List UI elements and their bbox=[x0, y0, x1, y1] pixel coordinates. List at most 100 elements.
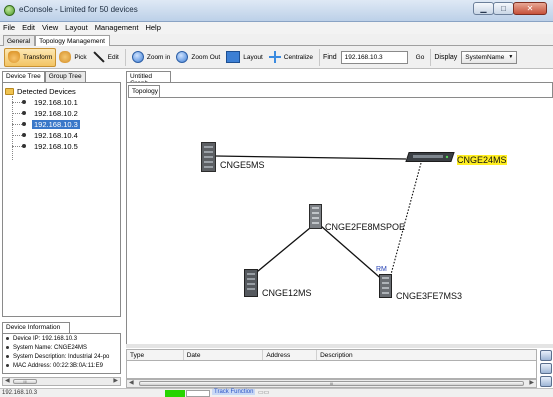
maximize-button[interactable]: □ bbox=[493, 2, 514, 15]
menu-bar: File Edit View Layout Management Help bbox=[0, 22, 553, 34]
display-select-value: SystemName bbox=[465, 53, 505, 61]
scrollbar-thumb[interactable]: III bbox=[13, 379, 37, 384]
menu-layout[interactable]: Layout bbox=[62, 22, 92, 34]
tab-general[interactable]: General bbox=[3, 35, 36, 46]
bullet-icon bbox=[6, 355, 9, 358]
log-column-description[interactable]: Description bbox=[317, 350, 536, 360]
info-line-mac: MAC Address: 00:22:3B:0A:11:E9 bbox=[3, 361, 120, 370]
pick-label: Pick bbox=[74, 53, 87, 61]
info-mac-text: MAC Address: 00:22:3B:0A:11:E9 bbox=[13, 362, 103, 369]
centralize-icon bbox=[268, 51, 281, 63]
tree-branch-line bbox=[12, 134, 22, 136]
tab-topology[interactable]: Topology bbox=[128, 85, 160, 97]
device-node-icon bbox=[22, 144, 26, 148]
scroll-left-icon[interactable]: ◀ bbox=[129, 380, 134, 387]
topology-canvas[interactable]: CNGE5MS CNGE24MS CNGE2FE8MSPOE CNGE12MS … bbox=[128, 97, 553, 344]
switch-device-icon bbox=[379, 274, 392, 298]
hand-icon bbox=[8, 51, 20, 63]
tree-item[interactable]: 192.168.10.2 bbox=[12, 108, 80, 118]
status-track-function[interactable]: Track Function bbox=[212, 389, 256, 395]
transform-button[interactable]: Transform bbox=[4, 47, 57, 67]
tree-item-selected[interactable]: 192.168.10.3 bbox=[12, 119, 80, 129]
status-indicator bbox=[165, 390, 185, 397]
title-bar: eConsole - Limited for 50 devices ▁ □ ✕ bbox=[0, 0, 553, 22]
log-side-toolbar bbox=[540, 350, 553, 389]
toolbar: Transform Pick Edit Zoom in Zoom Out Lay… bbox=[0, 46, 553, 69]
tree-root-detected-devices[interactable]: Detected Devices bbox=[5, 87, 76, 96]
tree-branch-line bbox=[12, 123, 22, 125]
menu-help[interactable]: Help bbox=[142, 22, 164, 34]
ring-master-label: RM bbox=[376, 266, 387, 273]
scrollbar-thumb[interactable]: III bbox=[139, 381, 524, 386]
layout-button[interactable]: Layout bbox=[223, 48, 266, 67]
tree-item-label: 192.168.10.3 bbox=[32, 119, 80, 129]
scroll-right-icon[interactable]: ▶ bbox=[113, 378, 118, 385]
info-horizontal-scrollbar[interactable]: ◀ III ▶ bbox=[2, 377, 121, 386]
tree-item[interactable]: 192.168.10.5 bbox=[12, 141, 80, 151]
pointer-hand-icon bbox=[59, 51, 72, 63]
info-line-description: System Description: Industrial 24-po bbox=[3, 352, 120, 361]
tree-item[interactable]: 192.168.10.4 bbox=[12, 130, 80, 140]
device-tree: Detected Devices 192.168.10.1 192.168.10… bbox=[2, 82, 121, 317]
info-name-text: System Name: CNGE24MS bbox=[13, 344, 88, 351]
log-column-type[interactable]: Type bbox=[127, 350, 184, 360]
zoom-in-label: Zoom in bbox=[146, 53, 171, 61]
tab-group-tree[interactable]: Group Tree bbox=[44, 71, 86, 82]
pick-button[interactable]: Pick bbox=[56, 48, 89, 67]
app-logo-icon bbox=[4, 5, 15, 16]
display-select[interactable]: SystemName ▼ bbox=[461, 50, 518, 64]
log-column-address[interactable]: Address bbox=[263, 350, 318, 360]
switch-device-icon bbox=[201, 142, 216, 172]
link-cnge2fe8mspoe-cnge12ms bbox=[251, 222, 317, 277]
panel-splitter[interactable] bbox=[126, 344, 553, 348]
tree-item-label: 192.168.10.1 bbox=[34, 97, 78, 107]
tree-item[interactable]: 192.168.10.1 bbox=[12, 97, 80, 107]
menu-management[interactable]: Management bbox=[92, 22, 143, 34]
tree-branch-line bbox=[12, 112, 22, 114]
find-label: Find bbox=[323, 53, 337, 61]
tab-device-tree[interactable]: Device Tree bbox=[2, 71, 45, 82]
close-button[interactable]: ✕ bbox=[513, 2, 547, 15]
switch-device-icon bbox=[309, 204, 322, 229]
tree-root-label: Detected Devices bbox=[17, 87, 76, 96]
scroll-left-icon[interactable]: ◀ bbox=[5, 378, 10, 385]
window-title: eConsole - Limited for 50 devices bbox=[19, 5, 138, 14]
menu-view[interactable]: View bbox=[39, 22, 62, 34]
refresh-log-icon[interactable] bbox=[540, 376, 552, 387]
minimize-button[interactable]: ▁ bbox=[473, 2, 494, 15]
main-tabs: General Topology Management bbox=[0, 34, 553, 46]
zoom-in-button[interactable]: Zoom in bbox=[129, 48, 173, 67]
layout-label: Layout bbox=[243, 53, 263, 61]
centralize-label: Centralize bbox=[283, 53, 314, 61]
info-description-text: System Description: Industrial 24-po bbox=[13, 353, 110, 360]
go-button[interactable]: Go bbox=[413, 48, 428, 67]
clear-log-icon[interactable] bbox=[540, 350, 552, 361]
status-progress-box bbox=[186, 390, 210, 397]
folder-icon bbox=[5, 88, 14, 95]
link-cnge24ms-cnge3fe7ms3-ring bbox=[389, 162, 422, 279]
menu-file[interactable]: File bbox=[0, 22, 19, 34]
log-column-date[interactable]: Date bbox=[184, 350, 264, 360]
toolbar-separator bbox=[319, 48, 321, 66]
zoom-out-button[interactable]: Zoom Out bbox=[173, 48, 223, 67]
window-controls: ▁ □ ✕ bbox=[473, 2, 547, 15]
zoom-out-label: Zoom Out bbox=[191, 53, 221, 61]
status-bar: 192.168.10.3 Track Function ▭▭ bbox=[0, 388, 553, 397]
tree-branch-line bbox=[12, 145, 22, 147]
log-horizontal-scrollbar[interactable]: ◀ III ▶ bbox=[126, 379, 537, 388]
menu-edit[interactable]: Edit bbox=[19, 22, 39, 34]
centralize-button[interactable]: Centralize bbox=[266, 48, 316, 67]
device-node-icon bbox=[22, 100, 26, 104]
log-table-header: Type Date Address Description bbox=[126, 349, 537, 361]
toolbar-separator bbox=[430, 48, 432, 66]
scroll-right-icon[interactable]: ▶ bbox=[529, 380, 534, 387]
info-line-name: System Name: CNGE24MS bbox=[3, 343, 120, 352]
find-input[interactable] bbox=[340, 50, 408, 64]
tab-topology-management[interactable]: Topology Management bbox=[35, 35, 110, 46]
save-log-icon[interactable] bbox=[540, 363, 552, 374]
edit-button[interactable]: Edit bbox=[90, 48, 122, 67]
tree-item-label: 192.168.10.5 bbox=[34, 141, 78, 151]
tab-device-information[interactable]: Device Information bbox=[2, 322, 70, 333]
left-panel-tabs: Device Tree Group Tree bbox=[0, 71, 124, 82]
tab-untitled-graph[interactable]: Untitled Graph bbox=[126, 71, 171, 87]
